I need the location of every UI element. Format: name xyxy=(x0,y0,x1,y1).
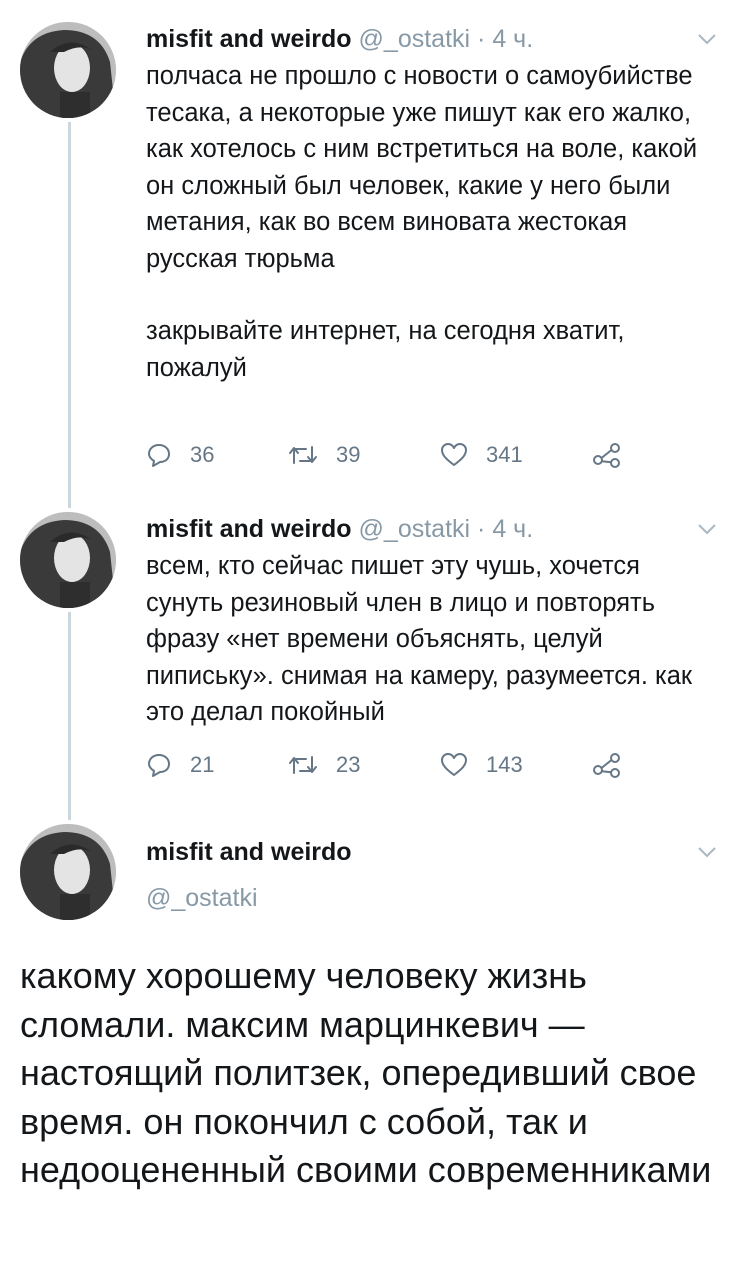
reply-icon xyxy=(148,444,170,467)
share-button[interactable] xyxy=(592,752,622,778)
retweet-icon xyxy=(289,446,317,464)
reply-count: 21 xyxy=(190,752,215,777)
tweet-header: misfit and weirdo @_ostatki · 4 ч. xyxy=(146,24,693,54)
share-icon xyxy=(593,443,620,468)
tweet-2[interactable]: misfit and weirdo @_ostatki · 4 ч. всем,… xyxy=(0,490,743,810)
retweet-count: 39 xyxy=(336,442,361,467)
heart-icon xyxy=(441,753,467,776)
tweet-paragraph: полчаса не прошло с новости о самоубийст… xyxy=(146,62,698,273)
tweet-header: misfit and weirdo @_ostatki · 4 ч. xyxy=(146,514,693,544)
reply-count: 36 xyxy=(190,442,215,467)
tweet-text: всем, кто сейчас пишет эту чушь, хочется… xyxy=(146,548,707,731)
retweet-button[interactable]: 23 xyxy=(288,752,360,778)
avatar[interactable] xyxy=(20,512,116,608)
user-handle[interactable]: @_ostatki xyxy=(359,25,471,53)
share-icon xyxy=(593,753,620,778)
like-button[interactable]: 143 xyxy=(440,752,523,778)
reply-button[interactable]: 21 xyxy=(146,752,214,778)
display-name[interactable]: misfit and weirdo xyxy=(146,515,352,543)
avatar-photo xyxy=(20,512,116,608)
separator-dot: · xyxy=(477,515,486,543)
retweet-button[interactable]: 39 xyxy=(288,442,360,468)
share-button[interactable] xyxy=(592,442,622,468)
display-name[interactable]: misfit and weirdo xyxy=(146,838,352,867)
chevron-down-icon[interactable] xyxy=(697,846,717,858)
user-handle[interactable]: @_ostatki xyxy=(146,884,258,913)
separator-dot: · xyxy=(477,25,486,53)
avatar[interactable] xyxy=(20,22,116,118)
heart-icon xyxy=(441,443,467,466)
timestamp[interactable]: 4 ч. xyxy=(492,25,533,53)
retweet-count: 23 xyxy=(336,752,361,777)
tweet-1[interactable]: misfit and weirdo @_ostatki · 4 ч. полча… xyxy=(0,0,743,500)
like-count: 143 xyxy=(486,752,523,777)
avatar-photo xyxy=(20,22,116,118)
display-name[interactable]: misfit and weirdo xyxy=(146,25,352,53)
timestamp[interactable]: 4 ч. xyxy=(492,515,533,543)
like-count: 341 xyxy=(486,442,523,467)
main-tweet-text: какому хорошему человеку жизнь сломали. … xyxy=(20,955,712,1190)
user-handle[interactable]: @_ostatki xyxy=(359,515,471,543)
tweet-paragraph: закрывайте интернет, на сегодня хватит, … xyxy=(146,317,625,382)
chevron-down-icon[interactable] xyxy=(697,33,717,45)
reply-icon xyxy=(148,754,170,777)
main-tweet[interactable]: misfit and weirdo @_ostatki какому хорош… xyxy=(0,812,743,1280)
chevron-down-icon[interactable] xyxy=(697,523,717,535)
tweet-text: полчаса не прошло с новости о самоубийст… xyxy=(146,58,707,386)
reply-button[interactable]: 36 xyxy=(146,442,214,468)
avatar[interactable] xyxy=(20,824,116,920)
avatar-photo xyxy=(20,824,116,920)
tweet-paragraph: всем, кто сейчас пишет эту чушь, хочется… xyxy=(146,552,693,726)
like-button[interactable]: 341 xyxy=(440,442,523,468)
retweet-icon xyxy=(289,756,317,774)
